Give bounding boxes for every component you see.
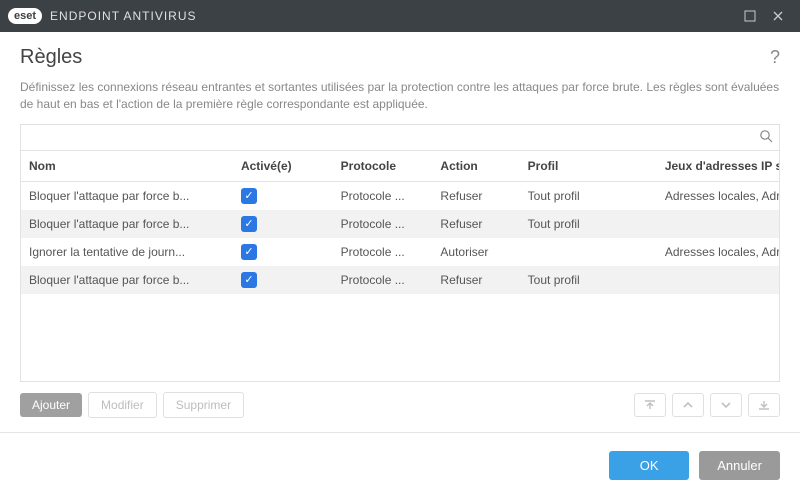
titlebar: eset ENDPOINT ANTIVIRUS — [0, 0, 800, 32]
cell-ipsource — [657, 266, 779, 294]
move-up-button[interactable] — [672, 393, 704, 417]
cell-ipsource: Adresses locales, Adresses privées — [657, 238, 779, 266]
table-search-row — [21, 125, 779, 151]
cell-ipsource: Adresses locales, Adresses privées — [657, 181, 779, 210]
col-header-profil[interactable]: Profil — [520, 151, 657, 182]
checkbox-icon[interactable]: ✓ — [241, 272, 257, 288]
cell-protocole: Protocole ... — [333, 181, 433, 210]
move-top-button[interactable] — [634, 393, 666, 417]
delete-button[interactable]: Supprimer — [163, 392, 244, 418]
cell-active: ✓ — [233, 238, 333, 266]
cell-action: Refuser — [432, 266, 519, 294]
cell-profil: Tout profil — [520, 181, 657, 210]
cell-profil — [520, 238, 657, 266]
product-name: ENDPOINT ANTIVIRUS — [50, 9, 196, 23]
cell-nom: Bloquer l'attaque par force b... — [21, 210, 233, 238]
col-header-nom[interactable]: Nom — [21, 151, 233, 182]
move-down-button[interactable] — [710, 393, 742, 417]
table-toolbar: Ajouter Modifier Supprimer — [20, 392, 780, 418]
cell-protocole: Protocole ... — [333, 238, 433, 266]
cell-active: ✓ — [233, 266, 333, 294]
checkbox-icon[interactable]: ✓ — [241, 216, 257, 232]
col-header-ipsource[interactable]: Jeux d'adresses IP source — [657, 151, 779, 182]
cell-active: ✓ — [233, 181, 333, 210]
move-bottom-button[interactable] — [748, 393, 780, 417]
col-header-protocole[interactable]: Protocole — [333, 151, 433, 182]
cell-profil: Tout profil — [520, 210, 657, 238]
cell-nom: Ignorer la tentative de journ... — [21, 238, 233, 266]
ok-button[interactable]: OK — [609, 451, 689, 480]
cell-protocole: Protocole ... — [333, 266, 433, 294]
brand: eset ENDPOINT ANTIVIRUS — [8, 8, 197, 24]
checkbox-icon[interactable]: ✓ — [241, 188, 257, 204]
col-header-active[interactable]: Activé(e) — [233, 151, 333, 182]
minimize-button[interactable] — [736, 2, 764, 30]
rules-table: Nom Activé(e) Protocole Action Profil Je… — [21, 151, 779, 294]
cell-action: Refuser — [432, 210, 519, 238]
add-button[interactable]: Ajouter — [20, 393, 82, 417]
cell-action: Autoriser — [432, 238, 519, 266]
col-header-action[interactable]: Action — [432, 151, 519, 182]
cell-ipsource — [657, 210, 779, 238]
table-row[interactable]: Bloquer l'attaque par force b... ✓ Protoco… — [21, 266, 779, 294]
page-title: Règles — [20, 46, 82, 69]
rules-table-container: Nom Activé(e) Protocole Action Profil Je… — [20, 124, 780, 382]
eset-logo: eset — [8, 8, 42, 24]
page-description: Définissez les connexions réseau entrant… — [20, 79, 780, 114]
edit-button[interactable]: Modifier — [88, 392, 157, 418]
cell-nom: Bloquer l'attaque par force b... — [21, 181, 233, 210]
close-button[interactable] — [764, 2, 792, 30]
dialog-footer: OK Annuler — [0, 432, 800, 490]
cell-protocole: Protocole ... — [333, 210, 433, 238]
table-row[interactable]: Ignorer la tentative de journ... ✓ Protoco… — [21, 238, 779, 266]
table-row[interactable]: Bloquer l'attaque par force b... ✓ Protoco… — [21, 210, 779, 238]
cell-profil: Tout profil — [520, 266, 657, 294]
table-scroll[interactable]: Nom Activé(e) Protocole Action Profil Je… — [21, 151, 779, 381]
search-icon[interactable] — [759, 129, 773, 146]
help-icon[interactable]: ? — [770, 47, 780, 68]
checkbox-icon[interactable]: ✓ — [241, 244, 257, 260]
cell-active: ✓ — [233, 210, 333, 238]
cancel-button[interactable]: Annuler — [699, 451, 780, 480]
cell-nom: Bloquer l'attaque par force b... — [21, 266, 233, 294]
cell-action: Refuser — [432, 181, 519, 210]
table-row[interactable]: Bloquer l'attaque par force b... ✓ Protoco… — [21, 181, 779, 210]
